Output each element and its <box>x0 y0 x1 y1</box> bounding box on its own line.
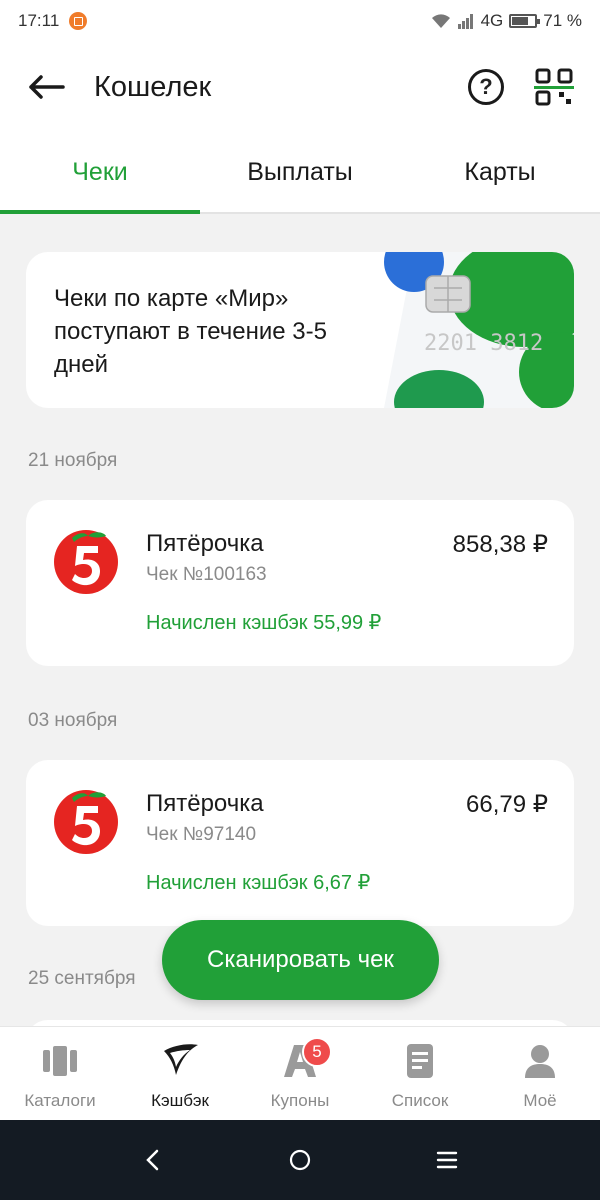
app-bar: Кошелек ? <box>0 42 600 132</box>
banner-text: Чеки по карте «Мир» поступают в течение … <box>54 285 327 378</box>
receipt-amount: 66,79 ₽ <box>466 791 548 818</box>
back-arrow-icon[interactable] <box>26 66 68 108</box>
profile-icon <box>525 1045 555 1078</box>
nav-item-catalogs[interactable]: Каталоги <box>0 1027 120 1120</box>
qr-scan-icon[interactable] <box>534 67 574 107</box>
status-time: 17:11 <box>18 11 60 30</box>
nav-label: Моё <box>523 1091 557 1110</box>
bottom-navigation: Каталоги Кэшбэк 5 Купоны Список Моё <box>0 1026 600 1120</box>
nav-item-list[interactable]: Список <box>360 1027 480 1120</box>
nav-label: Список <box>391 1091 449 1110</box>
mir-info-banner[interactable]: Чеки по карте «Мир» поступают в течение … <box>26 252 574 408</box>
scan-receipt-button[interactable]: Сканировать чек <box>162 920 439 1000</box>
list-icon <box>407 1044 433 1078</box>
status-bar: 17:11 4G 71 % <box>0 0 600 42</box>
signal-icon <box>457 14 473 29</box>
nav-item-cashback[interactable]: Кэшбэк <box>120 1027 240 1120</box>
nav-label: Купоны <box>270 1091 330 1110</box>
pyaterochka-logo <box>54 790 118 854</box>
battery-percent: 71 % <box>543 11 582 30</box>
date-label: 25 сентября <box>28 968 136 989</box>
catalog-icon <box>43 1046 77 1076</box>
notification-icon <box>69 12 88 30</box>
check-number: Чек №100163 <box>146 564 267 585</box>
date-label: 21 ноября <box>28 450 118 471</box>
system-back-icon[interactable] <box>133 1140 173 1180</box>
system-menu-icon[interactable] <box>427 1140 467 1180</box>
app-bar-actions: ? <box>468 67 574 107</box>
nav-label: Каталоги <box>24 1091 96 1110</box>
tab-bar: Чеки Выплаты Карты <box>0 132 600 214</box>
receipt-amount: 858,38 ₽ <box>452 531 548 558</box>
shop-name: Пятёрочка <box>146 530 264 557</box>
receipt-card[interactable]: Пятёрочка 858,38 ₽ Чек №100163 Начислен … <box>26 500 574 666</box>
cashback-icon <box>164 1044 198 1075</box>
nav-item-profile[interactable]: Моё <box>480 1027 600 1120</box>
pyaterochka-logo <box>54 530 118 594</box>
network-type: 4G <box>480 11 504 30</box>
card-number-text: 2201 3812 <box>424 331 543 356</box>
nav-item-coupons[interactable]: 5 Купоны <box>240 1027 360 1120</box>
tab-payouts[interactable]: Выплаты <box>200 132 400 212</box>
mir-card-illustration: 2201 3812 <box>384 252 574 408</box>
system-navigation-bar <box>0 1120 600 1200</box>
system-home-icon[interactable] <box>280 1140 320 1180</box>
tab-cards[interactable]: Карты <box>400 132 600 212</box>
wifi-icon <box>431 14 450 28</box>
cashback-status: Начислен кэшбэк 6,67 ₽ <box>146 872 371 894</box>
tab-receipts[interactable]: Чеки <box>0 132 200 214</box>
help-icon[interactable]: ? <box>468 69 504 105</box>
cashback-status: Начислен кэшбэк 55,99 ₽ <box>146 612 382 634</box>
page-title: Кошелек <box>94 70 212 103</box>
coupons-badge: 5 <box>302 1037 332 1067</box>
status-right: 4G 71 % <box>431 11 582 31</box>
nav-label: Кэшбэк <box>151 1091 209 1110</box>
receipt-card[interactable]: Пятёрочка 66,79 ₽ Чек №97140 Начислен кэ… <box>26 760 574 926</box>
check-number: Чек №97140 <box>146 824 257 845</box>
date-label: 03 ноября <box>28 710 118 731</box>
shop-name: Пятёрочка <box>146 790 264 817</box>
battery-icon <box>509 14 541 28</box>
